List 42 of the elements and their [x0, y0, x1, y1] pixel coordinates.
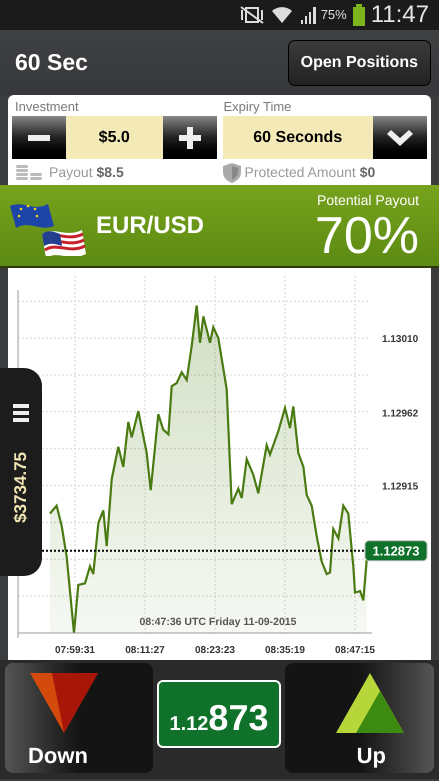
status-time: 11:47: [370, 0, 429, 30]
payout-text: Payout $8.5: [49, 163, 124, 182]
investment-field[interactable]: $5.0: [66, 116, 162, 159]
down-triangle-icon: [30, 673, 98, 733]
x-tick-label: 08:11:27: [125, 645, 165, 656]
menu-icon: [13, 404, 29, 422]
price-badge: 1.12873: [364, 540, 428, 562]
price-digits: 873: [208, 700, 268, 736]
plus-icon: [178, 126, 200, 148]
y-tick-label: 1.12915: [382, 482, 418, 493]
x-tick-label: 08:47:15: [334, 645, 375, 656]
up-button[interactable]: Up: [285, 663, 434, 773]
balance-text: $3734.75: [10, 452, 32, 523]
x-tick-label: 08:35:19: [264, 645, 305, 656]
vibrate-off-icon: [238, 5, 265, 25]
minus-icon: [28, 134, 50, 140]
asset-name: EUR/USD: [96, 210, 204, 240]
wifi-icon: [270, 5, 293, 25]
shield-icon: [222, 162, 240, 182]
side-tab[interactable]: $3734.75: [0, 368, 42, 576]
increase-button[interactable]: [162, 116, 216, 159]
chart-timestamp: 08:47:36 UTC Friday 11-09-2015: [140, 616, 296, 628]
battery-percent: 75%: [320, 6, 347, 24]
potential-payout-label: Potential Payout: [317, 192, 419, 208]
coins-icon: [15, 164, 45, 182]
down-button[interactable]: Down: [5, 663, 153, 773]
battery-icon: [352, 4, 365, 26]
page-title: 60 Sec: [15, 48, 88, 78]
y-tick-label: 1.13010: [382, 334, 418, 346]
investment-label: Investment: [14, 98, 80, 116]
x-tick-label: 07:59:31: [54, 645, 95, 656]
expiry-label: Expiry Time: [222, 98, 292, 116]
open-positions-button[interactable]: Open Positions: [288, 40, 431, 86]
price-prefix: 1.12: [169, 712, 208, 736]
x-tick-label: 08:23:23: [194, 645, 235, 656]
decrease-button[interactable]: [12, 116, 66, 159]
up-triangle-icon: [336, 673, 404, 733]
y-tick-label: 1.12962: [382, 408, 418, 420]
chevron-down-icon: [387, 130, 413, 146]
signal-icon: [298, 5, 319, 25]
potential-payout-value: 70%: [314, 208, 419, 264]
protected-amount-text: Protected Amount $0: [244, 163, 376, 182]
